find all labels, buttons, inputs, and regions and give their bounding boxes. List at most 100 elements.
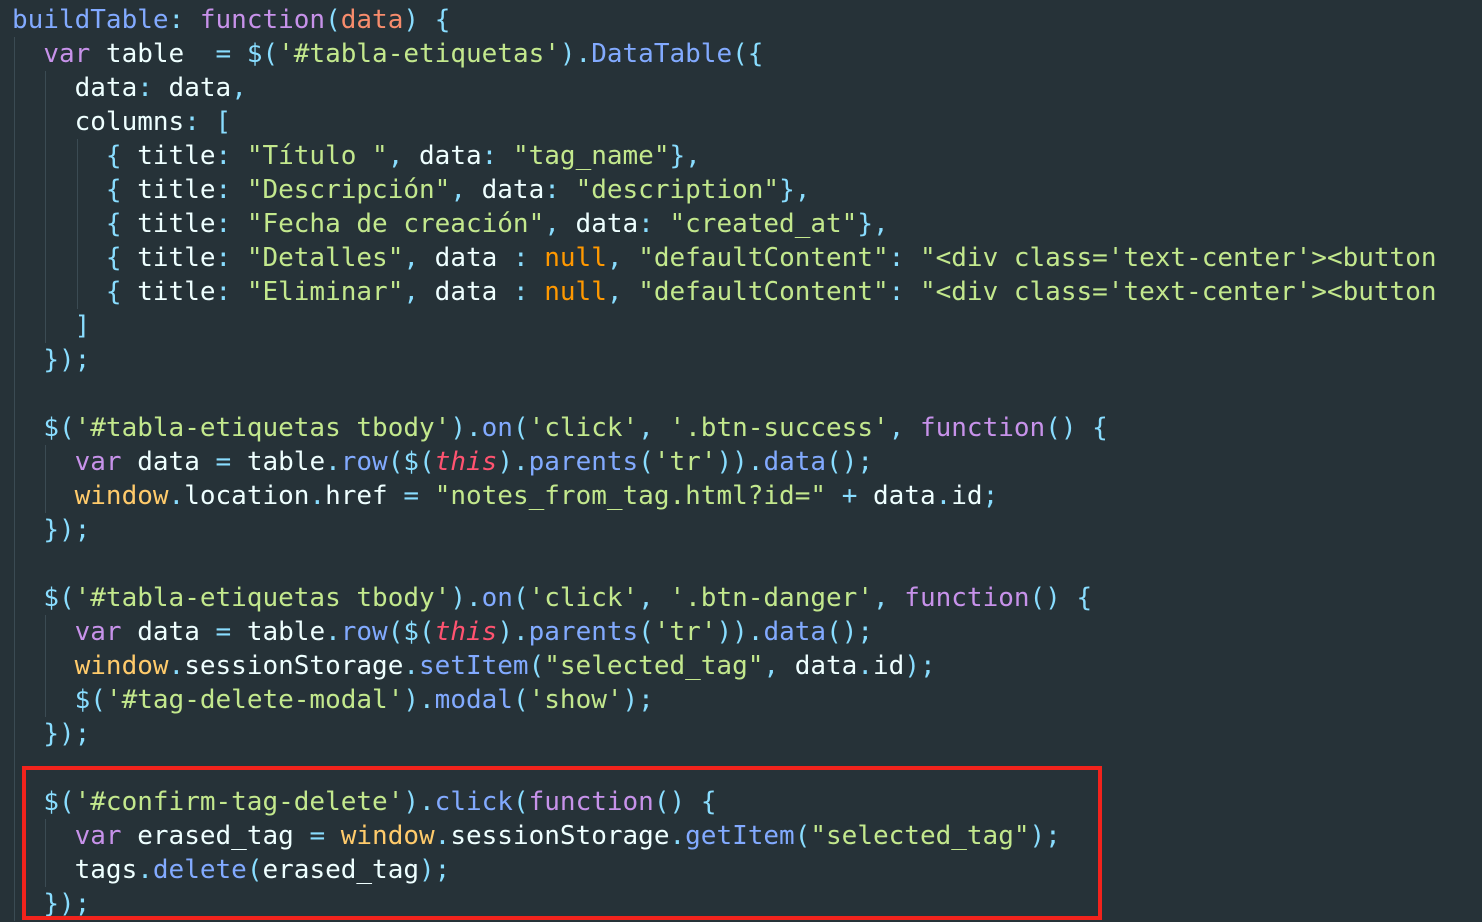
- code-token: data: [419, 243, 513, 273]
- code-token: },: [669, 141, 701, 171]
- code-line[interactable]: { title: "Título ", data: "tag_name"},: [12, 139, 1437, 173]
- code-token: "Fecha de creación": [246, 209, 545, 239]
- code-line[interactable]: [12, 377, 1437, 411]
- code-token: (: [325, 5, 341, 35]
- code-line[interactable]: $('#tag-delete-modal').modal('show');: [12, 683, 1437, 717]
- code-token: (: [512, 685, 529, 715]
- code-line[interactable]: var table = $('#tabla-etiquetas').DataTa…: [12, 37, 1437, 71]
- code-line[interactable]: window.sessionStorage.setItem("selected_…: [12, 649, 1437, 683]
- code-line[interactable]: var data = table.row($(this).parents('tr…: [12, 445, 1437, 479]
- code-line[interactable]: var data = table.row($(this).parents('tr…: [12, 615, 1437, 649]
- code-token: on: [481, 413, 513, 443]
- code-token: :: [888, 277, 905, 307]
- indent-guide: [45, 275, 47, 309]
- code-token: "Título ": [246, 141, 388, 171]
- indent-guide: [45, 649, 47, 683]
- code-line[interactable]: });: [12, 513, 1437, 547]
- code-line[interactable]: { title: "Fecha de creación", data: "cre…: [12, 207, 1437, 241]
- indent-guide: [14, 37, 15, 71]
- code-line[interactable]: $('#tabla-etiquetas tbody').on('click', …: [12, 411, 1437, 445]
- indent-guide: [45, 139, 47, 173]
- code-line[interactable]: columns: [: [12, 105, 1437, 139]
- code-line[interactable]: });: [12, 717, 1437, 751]
- code-token: id: [951, 481, 983, 511]
- code-line[interactable]: [12, 547, 1437, 581]
- code-line[interactable]: $('#tabla-etiquetas tbody').on('click', …: [12, 581, 1437, 615]
- code-token: row: [340, 447, 388, 477]
- highlight-box: [22, 766, 1102, 920]
- code-line[interactable]: { title: "Eliminar", data : null, "defau…: [12, 275, 1437, 309]
- indent-guide: [45, 105, 47, 139]
- code-token: title: [121, 175, 216, 205]
- code-token: =: [215, 447, 232, 477]
- code-line[interactable]: ]: [12, 309, 1437, 343]
- code-token: '#tabla-etiquetas tbody': [74, 583, 451, 613]
- code-line[interactable]: { title: "Descripción", data: "descripti…: [12, 173, 1437, 207]
- code-editor[interactable]: buildTable: function(data) { var table =…: [0, 0, 1482, 922]
- code-line[interactable]: });: [12, 343, 1437, 377]
- code-token: "Eliminar": [246, 277, 404, 307]
- code-token: "tag_name": [512, 141, 670, 171]
- code-token: this: [434, 617, 498, 647]
- code-line[interactable]: buildTable: function(data) {: [12, 3, 1437, 37]
- code-token: title: [121, 243, 216, 273]
- code-token: :: [481, 141, 498, 171]
- indent-guide: [14, 139, 15, 173]
- indent-guide: [14, 649, 15, 683]
- code-token: (: [638, 447, 654, 477]
- code-token: "<div class='text-center'><button: [919, 243, 1437, 273]
- code-token: this: [434, 447, 498, 477]
- code-line[interactable]: data: data,: [12, 71, 1437, 105]
- indent-guide: [14, 309, 15, 343]
- code-token: {: [105, 243, 122, 273]
- code-token: $(: [74, 685, 106, 715]
- code-line[interactable]: { title: "Detalles", data : null, "defau…: [12, 241, 1437, 275]
- indent-guide: [14, 853, 15, 887]
- code-token: "Detalles": [246, 243, 404, 273]
- code-token: ,: [872, 583, 889, 613]
- code-token: (): [1045, 413, 1077, 443]
- code-token: ($(: [387, 617, 435, 647]
- code-token: [: [215, 107, 232, 137]
- code-token: modal: [434, 685, 513, 715]
- code-token: ).: [559, 39, 592, 69]
- code-token: ): [403, 5, 420, 35]
- code-token: :: [168, 5, 185, 35]
- code-line[interactable]: window.location.href = "notes_from_tag.h…: [12, 479, 1437, 513]
- code-token: ,: [450, 175, 466, 205]
- code-token: :: [215, 209, 232, 239]
- indent-guide: [14, 71, 15, 105]
- code-token: data: [763, 447, 827, 477]
- code-token: {: [434, 5, 451, 35]
- code-token: null: [544, 243, 607, 273]
- indent-guide: [45, 445, 47, 479]
- code-token: });: [43, 515, 91, 545]
- code-token: "description": [575, 175, 780, 205]
- code-token: $(: [43, 413, 75, 443]
- indent-guide: [45, 683, 47, 717]
- code-token: id: [873, 651, 905, 681]
- code-token: ).: [450, 413, 482, 443]
- code-token: ,: [606, 277, 623, 307]
- code-token: {: [1092, 413, 1108, 443]
